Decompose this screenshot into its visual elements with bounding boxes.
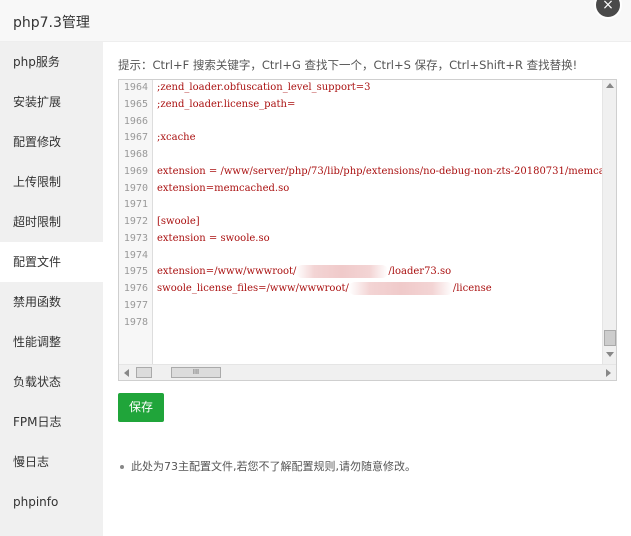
line-number: 1974 <box>123 249 148 261</box>
vertical-scroll-thumb[interactable] <box>604 330 616 346</box>
line-number: 1973 <box>123 232 148 244</box>
code-area[interactable]: ;zend_loader.obfuscation_level_support=3… <box>157 80 602 364</box>
scroll-right-arrow-icon[interactable] <box>606 369 611 377</box>
sidebar-item-fpm-log[interactable]: FPM日志 <box>0 402 103 442</box>
line-number: 1975 <box>123 266 148 278</box>
sidebar: php服务 安装扩展 配置修改 上传限制 超时限制 配置文件 禁用函数 性能调整… <box>0 42 103 536</box>
line-number: 1977 <box>123 299 148 311</box>
scroll-up-arrow-icon[interactable] <box>606 83 614 88</box>
vertical-scrollbar[interactable] <box>602 80 616 364</box>
sidebar-item-load-status[interactable]: 负载状态 <box>0 362 103 402</box>
scroll-down-arrow-icon[interactable] <box>606 352 614 357</box>
line-number: 1965 <box>123 98 148 110</box>
save-button[interactable]: 保存 <box>118 393 164 422</box>
sidebar-item-disabled-functions[interactable]: 禁用函数 <box>0 282 103 322</box>
code-segment: swoole_license_files=/www/wwwroot/ <box>157 283 349 294</box>
code-line: extension=memcached.so <box>157 182 290 194</box>
main-panel: 提示：Ctrl+F 搜索关键字，Ctrl+G 查找下一个，Ctrl+S 保存，C… <box>103 42 631 536</box>
line-number: 1966 <box>123 115 148 127</box>
sidebar-item-phpinfo[interactable]: phpinfo <box>0 482 103 522</box>
sidebar-item-php-service[interactable]: php服务 <box>0 42 103 82</box>
sidebar-item-slow-log[interactable]: 慢日志 <box>0 442 103 482</box>
sidebar-item-performance-tuning[interactable]: 性能调整 <box>0 322 103 362</box>
dialog-titlebar[interactable]: php7.3管理 <box>0 0 631 42</box>
sidebar-item-upload-limit[interactable]: 上传限制 <box>0 162 103 202</box>
bullet-icon <box>120 465 124 469</box>
line-number: 1970 <box>123 182 148 194</box>
code-line: ;xcache <box>157 132 196 144</box>
sidebar-item-config-modify[interactable]: 配置修改 <box>0 122 103 162</box>
shortcut-hint: 提示：Ctrl+F 搜索关键字，Ctrl+G 查找下一个，Ctrl+S 保存，C… <box>118 58 578 72</box>
line-number: 1964 <box>123 82 148 93</box>
note-item: 此处为73主配置文件,若您不了解配置规则,请勿随意修改。 <box>118 458 416 474</box>
sidebar-item-timeout-limit[interactable]: 超时限制 <box>0 202 103 242</box>
horizontal-scrollbar[interactable]: III <box>119 364 616 380</box>
horizontal-scroll-thumb[interactable]: III <box>171 367 221 378</box>
line-number-gutter: 1964 1965 1966 1967 1968 1969 1970 1971 … <box>119 80 153 364</box>
code-line: [swoole] <box>157 216 200 227</box>
scroll-left-arrow-icon[interactable] <box>124 369 129 377</box>
sidebar-item-install-extension[interactable]: 安装扩展 <box>0 82 103 122</box>
note-text: 此处为73主配置文件,若您不了解配置规则,请勿随意修改。 <box>131 460 416 473</box>
code-line: extension=/www/wwwroot/ /loader73.so <box>157 264 602 281</box>
code-line: swoole_license_files=/www/wwwroot/ /licen… <box>157 281 602 298</box>
line-number: 1968 <box>123 149 148 160</box>
code-line: ;zend_loader.obfuscation_level_support=3 <box>157 82 371 93</box>
sidebar-item-config-file[interactable]: 配置文件 <box>0 242 103 282</box>
code-line: extension = swoole.so <box>157 232 270 244</box>
notes-list: 此处为73主配置文件,若您不了解配置规则,请勿随意修改。 <box>118 458 416 474</box>
redacted-path-blur <box>296 265 389 279</box>
line-number: 1967 <box>123 132 148 144</box>
config-code-editor[interactable]: 1964 1965 1966 1967 1968 1969 1970 1971 … <box>118 79 617 381</box>
code-segment: /license <box>452 283 492 294</box>
line-number: 1978 <box>123 316 148 328</box>
code-segment: /loader73.so <box>388 266 452 278</box>
line-number: 1969 <box>123 165 148 177</box>
code-segment: extension=/www/wwwroot/ <box>157 266 297 278</box>
line-number: 1971 <box>123 199 148 211</box>
redacted-path-blur <box>348 282 453 295</box>
code-line: extension = /www/server/php/73/lib/php/e… <box>157 165 602 177</box>
line-number: 1972 <box>123 216 148 227</box>
php-manager-dialog: php7.3管理 × php服务 安装扩展 配置修改 上传限制 超时限制 配置文… <box>0 0 631 536</box>
line-number: 1976 <box>123 283 148 294</box>
horizontal-scroll-track-start[interactable] <box>136 367 152 378</box>
code-line: ;zend_loader.license_path= <box>157 98 296 110</box>
dialog-title: php7.3管理 <box>13 15 90 31</box>
